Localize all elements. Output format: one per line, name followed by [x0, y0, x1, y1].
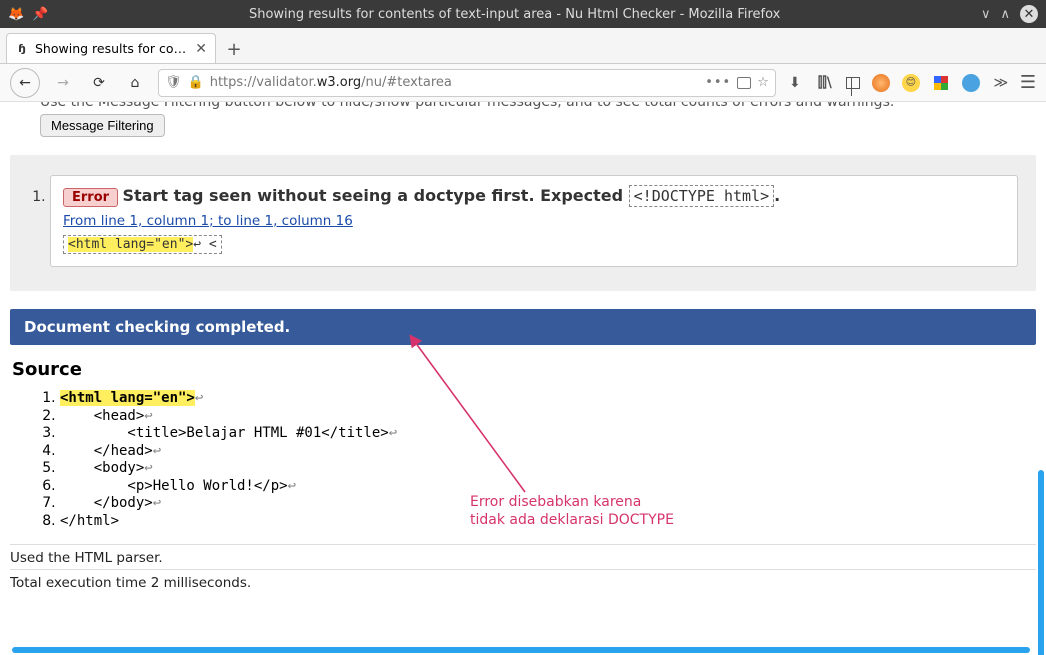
vertical-scrollbar[interactable] — [1038, 470, 1044, 655]
navbar: ← → ⟳ ⌂ 🛡 🔒 https://validator.w3.org/nu/… — [0, 64, 1046, 102]
window-close-icon[interactable]: ✕ — [1020, 5, 1038, 23]
back-button[interactable]: ← — [10, 68, 40, 98]
result-item: Error Start tag seen without seeing a do… — [50, 175, 1018, 267]
error-badge: Error — [63, 188, 118, 207]
pin-icon[interactable]: 📌 — [32, 7, 48, 22]
source-line: <head>↩ — [60, 408, 1036, 426]
message-filtering-button[interactable]: Message Filtering — [40, 114, 165, 137]
shield-icon[interactable]: 🛡 — [165, 75, 182, 90]
meta-time: Total execution time 2 milliseconds. — [10, 569, 1036, 594]
meta-info: Used the HTML parser. Total execution ti… — [10, 544, 1036, 594]
download-icon[interactable]: ⬇ — [786, 74, 804, 92]
ext-icon-2[interactable]: 😊 — [902, 74, 920, 92]
toolbar-icons: ⬇ ⫿⫿\ 😊 ≫ — [786, 74, 1010, 92]
source-line: <p>Hello World!</p>↩ — [60, 478, 1036, 496]
star-icon[interactable]: ☆ — [757, 75, 769, 90]
completion-banner: Document checking completed. — [10, 309, 1036, 345]
intro-text: Use the Message Filtering button below t… — [10, 102, 1036, 110]
source-heading: Source — [12, 359, 1036, 380]
error-message: Start tag seen without seeing a doctype … — [123, 186, 781, 205]
source-line: <html lang="en">↩ — [60, 390, 1036, 408]
tab-favicon: ɧ — [15, 42, 29, 56]
browser-tab[interactable]: ɧ Showing results for contents of text-i… — [6, 33, 216, 63]
window-titlebar: 🦊 📌 Showing results for contents of text… — [0, 0, 1046, 28]
window-title: Showing results for contents of text-inp… — [48, 7, 981, 22]
source-line: <body>↩ — [60, 460, 1036, 478]
library-icon[interactable]: ⫿⫿\ — [816, 74, 834, 92]
horizontal-scrollbar[interactable] — [12, 647, 1030, 653]
source-line: <title>Belajar HTML #01</title>↩ — [60, 425, 1036, 443]
ext-icon-3[interactable] — [932, 74, 950, 92]
url-text: https://validator.w3.org/nu/#textarea — [210, 75, 699, 90]
source-line: </head>↩ — [60, 443, 1036, 461]
forward-button[interactable]: → — [50, 70, 76, 96]
error-location-link[interactable]: From line 1, column 1; to line 1, column… — [63, 213, 353, 229]
reload-button[interactable]: ⟳ — [86, 70, 112, 96]
new-tab-button[interactable]: + — [220, 35, 248, 63]
url-more-icon[interactable]: ••• — [705, 75, 731, 90]
sidebar-icon[interactable] — [846, 77, 860, 89]
lock-icon[interactable]: 🔒 — [188, 75, 204, 90]
error-card: Error Start tag seen without seeing a do… — [50, 175, 1018, 267]
results-panel: Error Start tag seen without seeing a do… — [10, 155, 1036, 291]
ext-icon-4[interactable] — [962, 74, 980, 92]
window-minimize-icon[interactable]: ∨ — [981, 7, 991, 22]
annotation-text: Error disebabkan karena tidak ada deklar… — [470, 494, 674, 529]
overflow-icon[interactable]: ≫ — [992, 74, 1010, 92]
firefox-icon: 🦊 — [8, 7, 24, 22]
hamburger-menu[interactable]: ☰ — [1020, 72, 1036, 93]
meta-parser: Used the HTML parser. — [10, 544, 1036, 569]
error-extract: <html lang="en">↩ < — [63, 235, 222, 254]
tab-bar: ɧ Showing results for contents of text-i… — [0, 28, 1046, 64]
page-content: Use the Message Filtering button below t… — [0, 102, 1046, 655]
window-maximize-icon[interactable]: ∧ — [1000, 7, 1010, 22]
url-bar[interactable]: 🛡 🔒 https://validator.w3.org/nu/#textare… — [158, 69, 776, 97]
reader-icon[interactable] — [737, 77, 751, 89]
tab-close-icon[interactable]: ✕ — [195, 41, 207, 57]
tab-label: Showing results for contents of text-inp… — [35, 41, 189, 56]
ext-icon-1[interactable] — [872, 74, 890, 92]
home-button[interactable]: ⌂ — [122, 70, 148, 96]
